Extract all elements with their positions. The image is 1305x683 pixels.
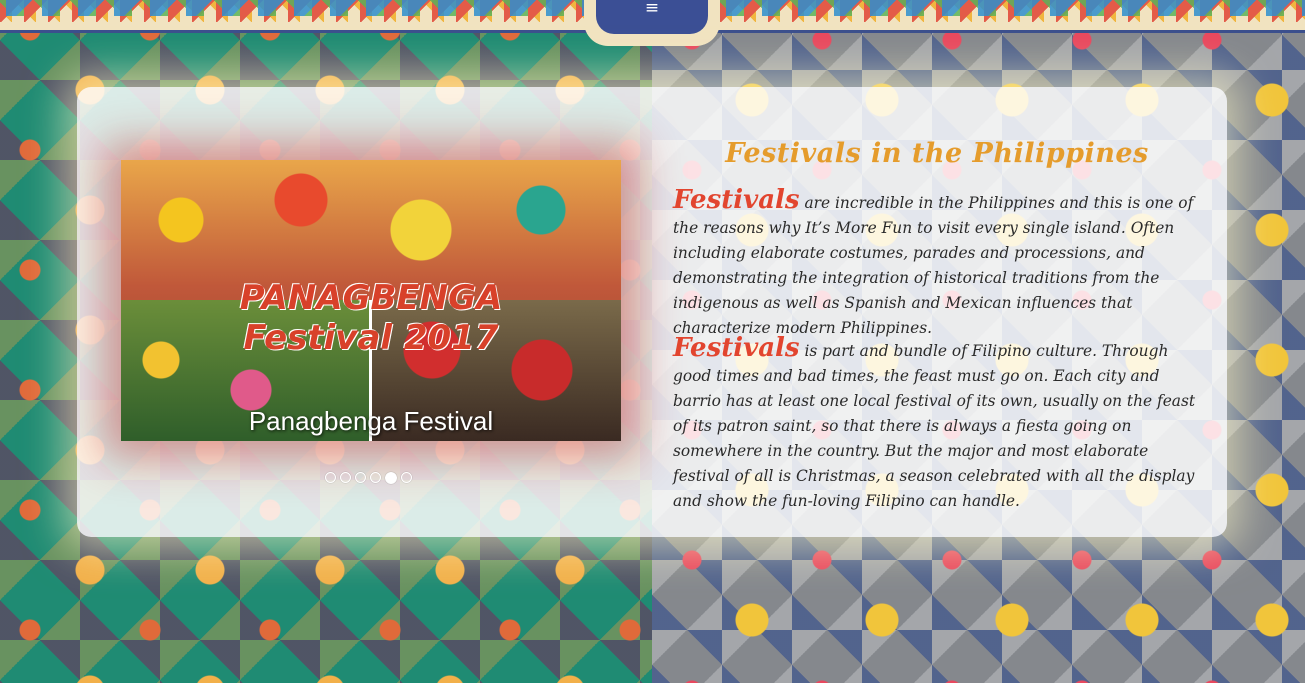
slider-pagination <box>325 472 412 484</box>
slider-dot-3[interactable] <box>355 472 366 483</box>
slider-dot-2[interactable] <box>340 472 351 483</box>
slide-image: PANAGBENGA Festival 2017 Panagbenga Fest… <box>121 160 621 441</box>
slider-dot-4[interactable] <box>370 472 381 483</box>
menu-button[interactable]: ≡ <box>596 0 708 34</box>
culture-paragraph: Festivals is part and bundle of Filipino… <box>673 333 1203 514</box>
image-slider[interactable]: PANAGBENGA Festival 2017 Panagbenga Fest… <box>121 160 621 441</box>
slide-caption: Panagbenga Festival <box>248 406 494 436</box>
slider-dot-5[interactable] <box>385 472 397 484</box>
paragraph-lead-word: Festivals <box>673 185 800 215</box>
page-heading: Festivals in the Philippines <box>725 138 1149 169</box>
paragraph-lead-word: Festivals <box>673 333 800 363</box>
paragraph-text: are incredible in the Philippines and th… <box>673 194 1194 337</box>
slider-dot-1[interactable] <box>325 472 336 483</box>
slider-dot-6[interactable] <box>401 472 412 483</box>
hamburger-menu-icon: ≡ <box>644 0 660 18</box>
slide-logo-text: PANAGBENGA Festival 2017 <box>239 278 503 358</box>
paragraph-text: is part and bundle of Filipino culture. … <box>673 342 1196 510</box>
intro-paragraph: Festivals are incredible in the Philippi… <box>673 185 1203 341</box>
